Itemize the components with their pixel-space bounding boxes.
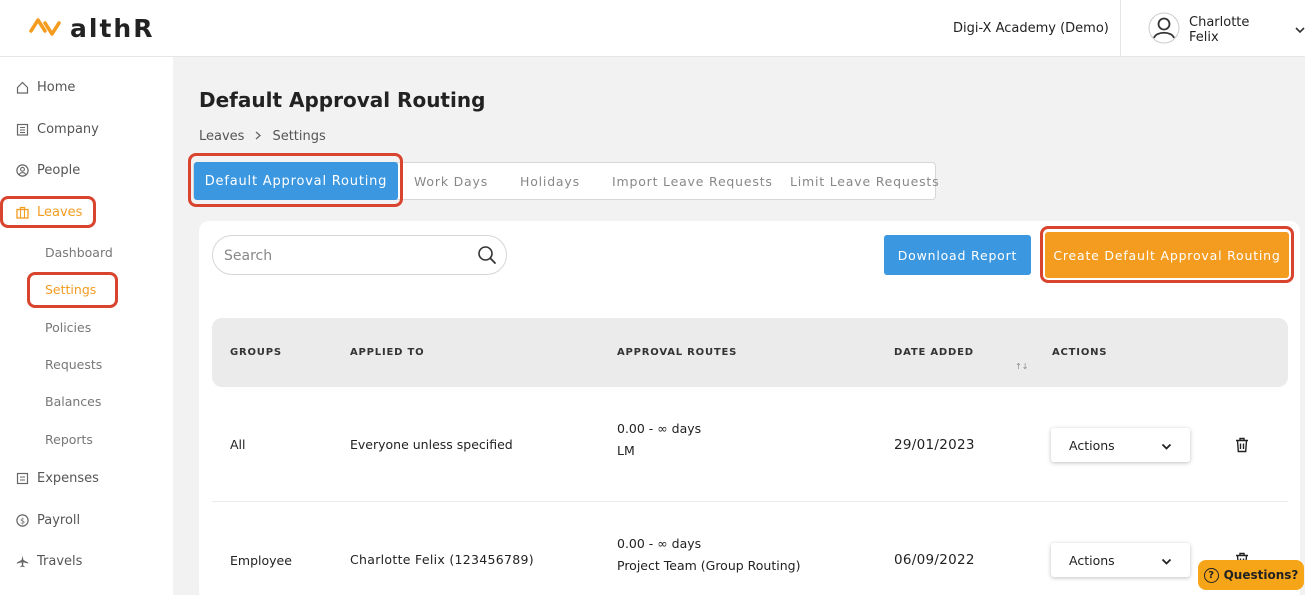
top-bar: althR Digi-X Academy (Demo) Charlotte Fe… [0,0,1305,57]
row1-route-name: LM [617,443,635,458]
row2-route-range: 0.00 - ∞ days [617,536,702,551]
building-icon [16,123,29,136]
create-button-highlight [1040,226,1294,283]
chevron-down-icon [1295,26,1305,34]
user-menu[interactable]: Charlotte Felix [1148,12,1305,48]
questions-button[interactable]: ? Questions? [1198,560,1304,590]
row1-group: All [230,437,246,452]
row1-actions-dropdown[interactable]: Actions [1051,428,1190,462]
sidebar-item-people[interactable]: People [16,163,80,178]
row2-route-name: Project Team (Group Routing) [617,558,801,573]
sidebar-item-label: Payroll [37,513,81,528]
search-icon[interactable] [477,245,497,269]
tab-import-leave-requests[interactable]: Import Leave Requests [612,163,773,201]
row2-group: Employee [230,553,292,568]
leaves-highlight [0,196,96,228]
sidebar-item-expenses[interactable]: Expenses [16,471,99,486]
header-divider [1120,0,1121,57]
trash-icon[interactable] [1235,437,1249,453]
sidebar-item-label: Company [37,122,99,137]
tab-work-days[interactable]: Work Days [414,163,488,201]
question-icon: ? [1203,567,1219,583]
row1-date-added: 29/01/2023 [894,437,975,453]
organization-name[interactable]: Digi-X Academy (Demo) [953,21,1109,36]
avatar-icon [1148,12,1180,48]
receipt-icon [16,472,29,485]
sidebar-item-home[interactable]: Home [16,80,75,95]
column-header-applied-to: APPLIED TO [350,347,425,358]
tab-holidays[interactable]: Holidays [520,163,580,201]
sidebar-subitem-dashboard[interactable]: Dashboard [45,245,113,260]
dollar-icon: $ [16,514,29,527]
actions-label: Actions [1069,552,1115,568]
download-report-button[interactable]: Download Report [884,235,1031,275]
plane-icon [16,555,29,568]
breadcrumb: Leaves Settings [199,129,326,144]
home-icon [16,81,29,94]
search-input[interactable] [224,245,464,267]
sidebar-subitem-balances[interactable]: Balances [45,394,101,409]
person-icon [16,164,29,177]
svg-text:$: $ [20,516,25,525]
logo-icon [28,16,64,42]
sidebar-item-label: People [37,163,81,178]
chevron-down-icon [1161,439,1172,454]
page-title: Default Approval Routing [199,88,486,112]
breadcrumb-settings: Settings [272,129,326,144]
row-divider [212,501,1288,502]
column-header-date-added[interactable]: DATE ADDED [894,347,974,358]
row1-route-range: 0.00 - ∞ days [617,421,702,436]
sidebar-subitem-requests[interactable]: Requests [45,357,102,372]
row1-applied-to: Everyone unless specified [350,437,513,452]
row2-date-added: 06/09/2022 [894,552,975,568]
row2-actions-dropdown[interactable]: Actions [1051,543,1190,577]
sidebar-item-payroll[interactable]: $ Payroll [16,513,80,528]
sidebar-subitem-reports[interactable]: Reports [45,432,93,447]
sort-icon[interactable]: ↑↓ [1015,362,1028,371]
actions-label: Actions [1069,437,1115,453]
column-header-groups: GROUPS [230,347,282,358]
sidebar-item-label: Expenses [37,471,99,486]
search-box [212,235,507,275]
chevron-right-icon [255,129,262,144]
sidebar-item-label: Home [37,80,76,95]
user-name: Charlotte Felix [1189,15,1250,45]
sidebar-subitem-policies[interactable]: Policies [45,320,91,335]
column-header-actions: ACTIONS [1052,347,1108,358]
row2-applied-to: Charlotte Felix (123456789) [350,552,534,567]
brand-logo[interactable]: althR [28,16,154,42]
settings-highlight [27,272,118,308]
sidebar-item-company[interactable]: Company [16,122,99,137]
tab-limit-leave-requests[interactable]: Limit Leave Requests [790,163,939,201]
chevron-down-icon [1161,554,1172,569]
brand-name: althR [70,14,155,43]
tab-highlight [188,153,403,207]
sidebar-item-travels[interactable]: Travels [16,554,82,569]
questions-label: Questions? [1223,568,1299,582]
sidebar-item-label: Travels [37,554,83,569]
column-header-approval-routes: APPROVAL ROUTES [617,347,738,358]
breadcrumb-leaves[interactable]: Leaves [199,129,244,144]
